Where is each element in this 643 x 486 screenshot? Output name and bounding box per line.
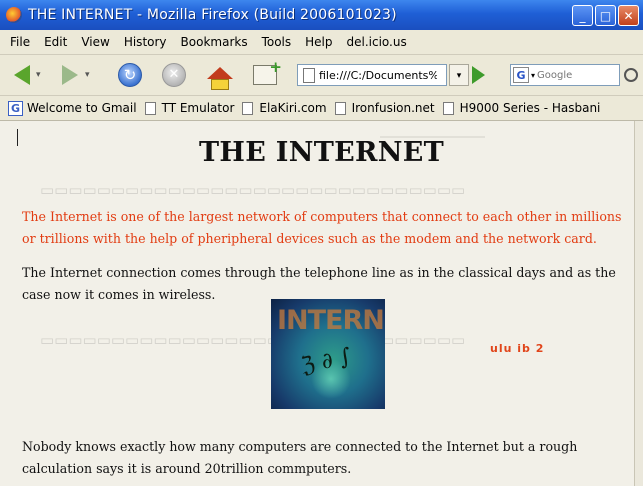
page-title: THE INTERNET [199,137,444,168]
home-button[interactable] [207,59,233,90]
menu-tools[interactable]: Tools [262,35,292,49]
menu-view[interactable]: View [81,35,109,49]
menu-delicious[interactable]: del.icio.us [347,35,407,49]
search-engine-icon[interactable]: G [513,67,529,83]
page-icon [242,101,254,115]
new-tab-icon [253,58,282,85]
back-icon [14,65,30,85]
back-history-dropdown[interactable]: ▾ [36,61,41,89]
page-icon [303,67,315,83]
chevron-down-icon: ▾ [36,70,41,80]
title-bar[interactable]: THE INTERNET - Mozilla Firefox (Build 20… [0,0,643,30]
bookmark-gmail[interactable]: G Welcome to Gmail [8,100,137,116]
address-bar[interactable] [297,64,447,86]
bookmark-label: Ironfusion.net [351,101,435,115]
menu-bar: File Edit View History Bookmarks Tools H… [0,30,643,55]
bookmark-elakiri[interactable]: ElaKiri.com [242,101,327,115]
forward-history-dropdown[interactable]: ▾ [85,61,90,89]
go-icon[interactable] [472,66,485,84]
image-text: INTERNET [277,305,385,336]
close-button[interactable]: ✕ [618,4,639,26]
page-icon [442,101,454,115]
maximize-button[interactable]: □ [595,4,616,26]
gmail-icon: G [8,100,23,116]
menu-edit[interactable]: Edit [44,35,67,49]
search-icon[interactable] [624,68,638,82]
reload-button[interactable]: ↻ [118,61,142,89]
menu-help[interactable]: Help [305,35,332,49]
bookmark-label: ElaKiri.com [259,101,327,115]
reload-icon: ↻ [118,63,142,87]
window-title: THE INTERNET - Mozilla Firefox (Build 20… [28,7,397,23]
menu-file[interactable]: File [10,35,30,49]
forward-icon [62,65,78,85]
url-input[interactable] [319,68,437,82]
minimize-button[interactable]: _ [572,4,593,26]
internet-image: INTERNET ℨ ∂ ∫ [271,299,385,409]
figure-label: ulu ib 2 [490,342,545,355]
stop-icon: ✕ [162,63,186,87]
page-content[interactable]: ⎯⎯⎯⎯⎯⎯⎯⎯⎯⎯⎯⎯⎯⎯ ▭▭▭▭▭▭▭▭▭▭▭▭▭▭▭▭▭▭▭▭▭▭▭▭▭… [0,121,643,486]
search-bar[interactable]: G ▾ [510,64,620,86]
stop-button[interactable]: ✕ [162,61,186,89]
bookmark-label: TT Emulator [161,101,235,115]
bookmark-tt-emulator[interactable]: TT Emulator [144,101,235,115]
forward-button[interactable] [62,61,78,89]
page-icon [334,101,346,115]
home-icon [207,67,233,90]
browser-window: THE INTERNET - Mozilla Firefox (Build 20… [0,0,643,486]
chevron-down-icon[interactable]: ▾ [531,71,535,80]
window-controls: _ □ ✕ [570,4,639,26]
menu-history[interactable]: History [124,35,167,49]
bleed-through-text: ▭▭▭▭▭▭▭▭▭▭▭▭▭▭▭▭▭▭▭▭▭▭▭▭▭▭▭▭▭▭ [40,331,466,349]
page-icon [144,101,156,115]
url-history-dropdown[interactable]: ▾ [449,64,469,86]
new-tab-button[interactable] [253,58,282,89]
home-icon-body [211,79,229,90]
closing-paragraph: Nobody knows exactly how many computers … [22,439,578,476]
chevron-down-icon: ▾ [85,70,90,80]
intro-paragraph: The Internet is one of the largest netwo… [22,209,622,246]
navigation-toolbar: ▾ ▾ ↻ ✕ ▾ G ▾ [0,55,643,96]
bookmark-ironfusion[interactable]: Ironfusion.net [334,101,435,115]
menu-bookmarks[interactable]: Bookmarks [181,35,248,49]
firefox-icon [6,7,22,23]
bookmark-label: H9000 Series - Hasbani [459,101,601,115]
bleed-through-text: ▭▭▭▭▭▭▭▭▭▭▭▭▭▭▭▭▭▭▭▭▭▭▭▭▭▭▭▭▭▭ [40,181,466,199]
vertical-scrollbar[interactable] [634,121,643,486]
search-input[interactable] [537,69,608,81]
bookmark-h9000[interactable]: H9000 Series - Hasbani [442,101,601,115]
bookmark-label: Welcome to Gmail [27,101,137,115]
bookmarks-toolbar: G Welcome to Gmail TT Emulator ElaKiri.c… [0,96,643,121]
back-button[interactable] [14,61,30,89]
